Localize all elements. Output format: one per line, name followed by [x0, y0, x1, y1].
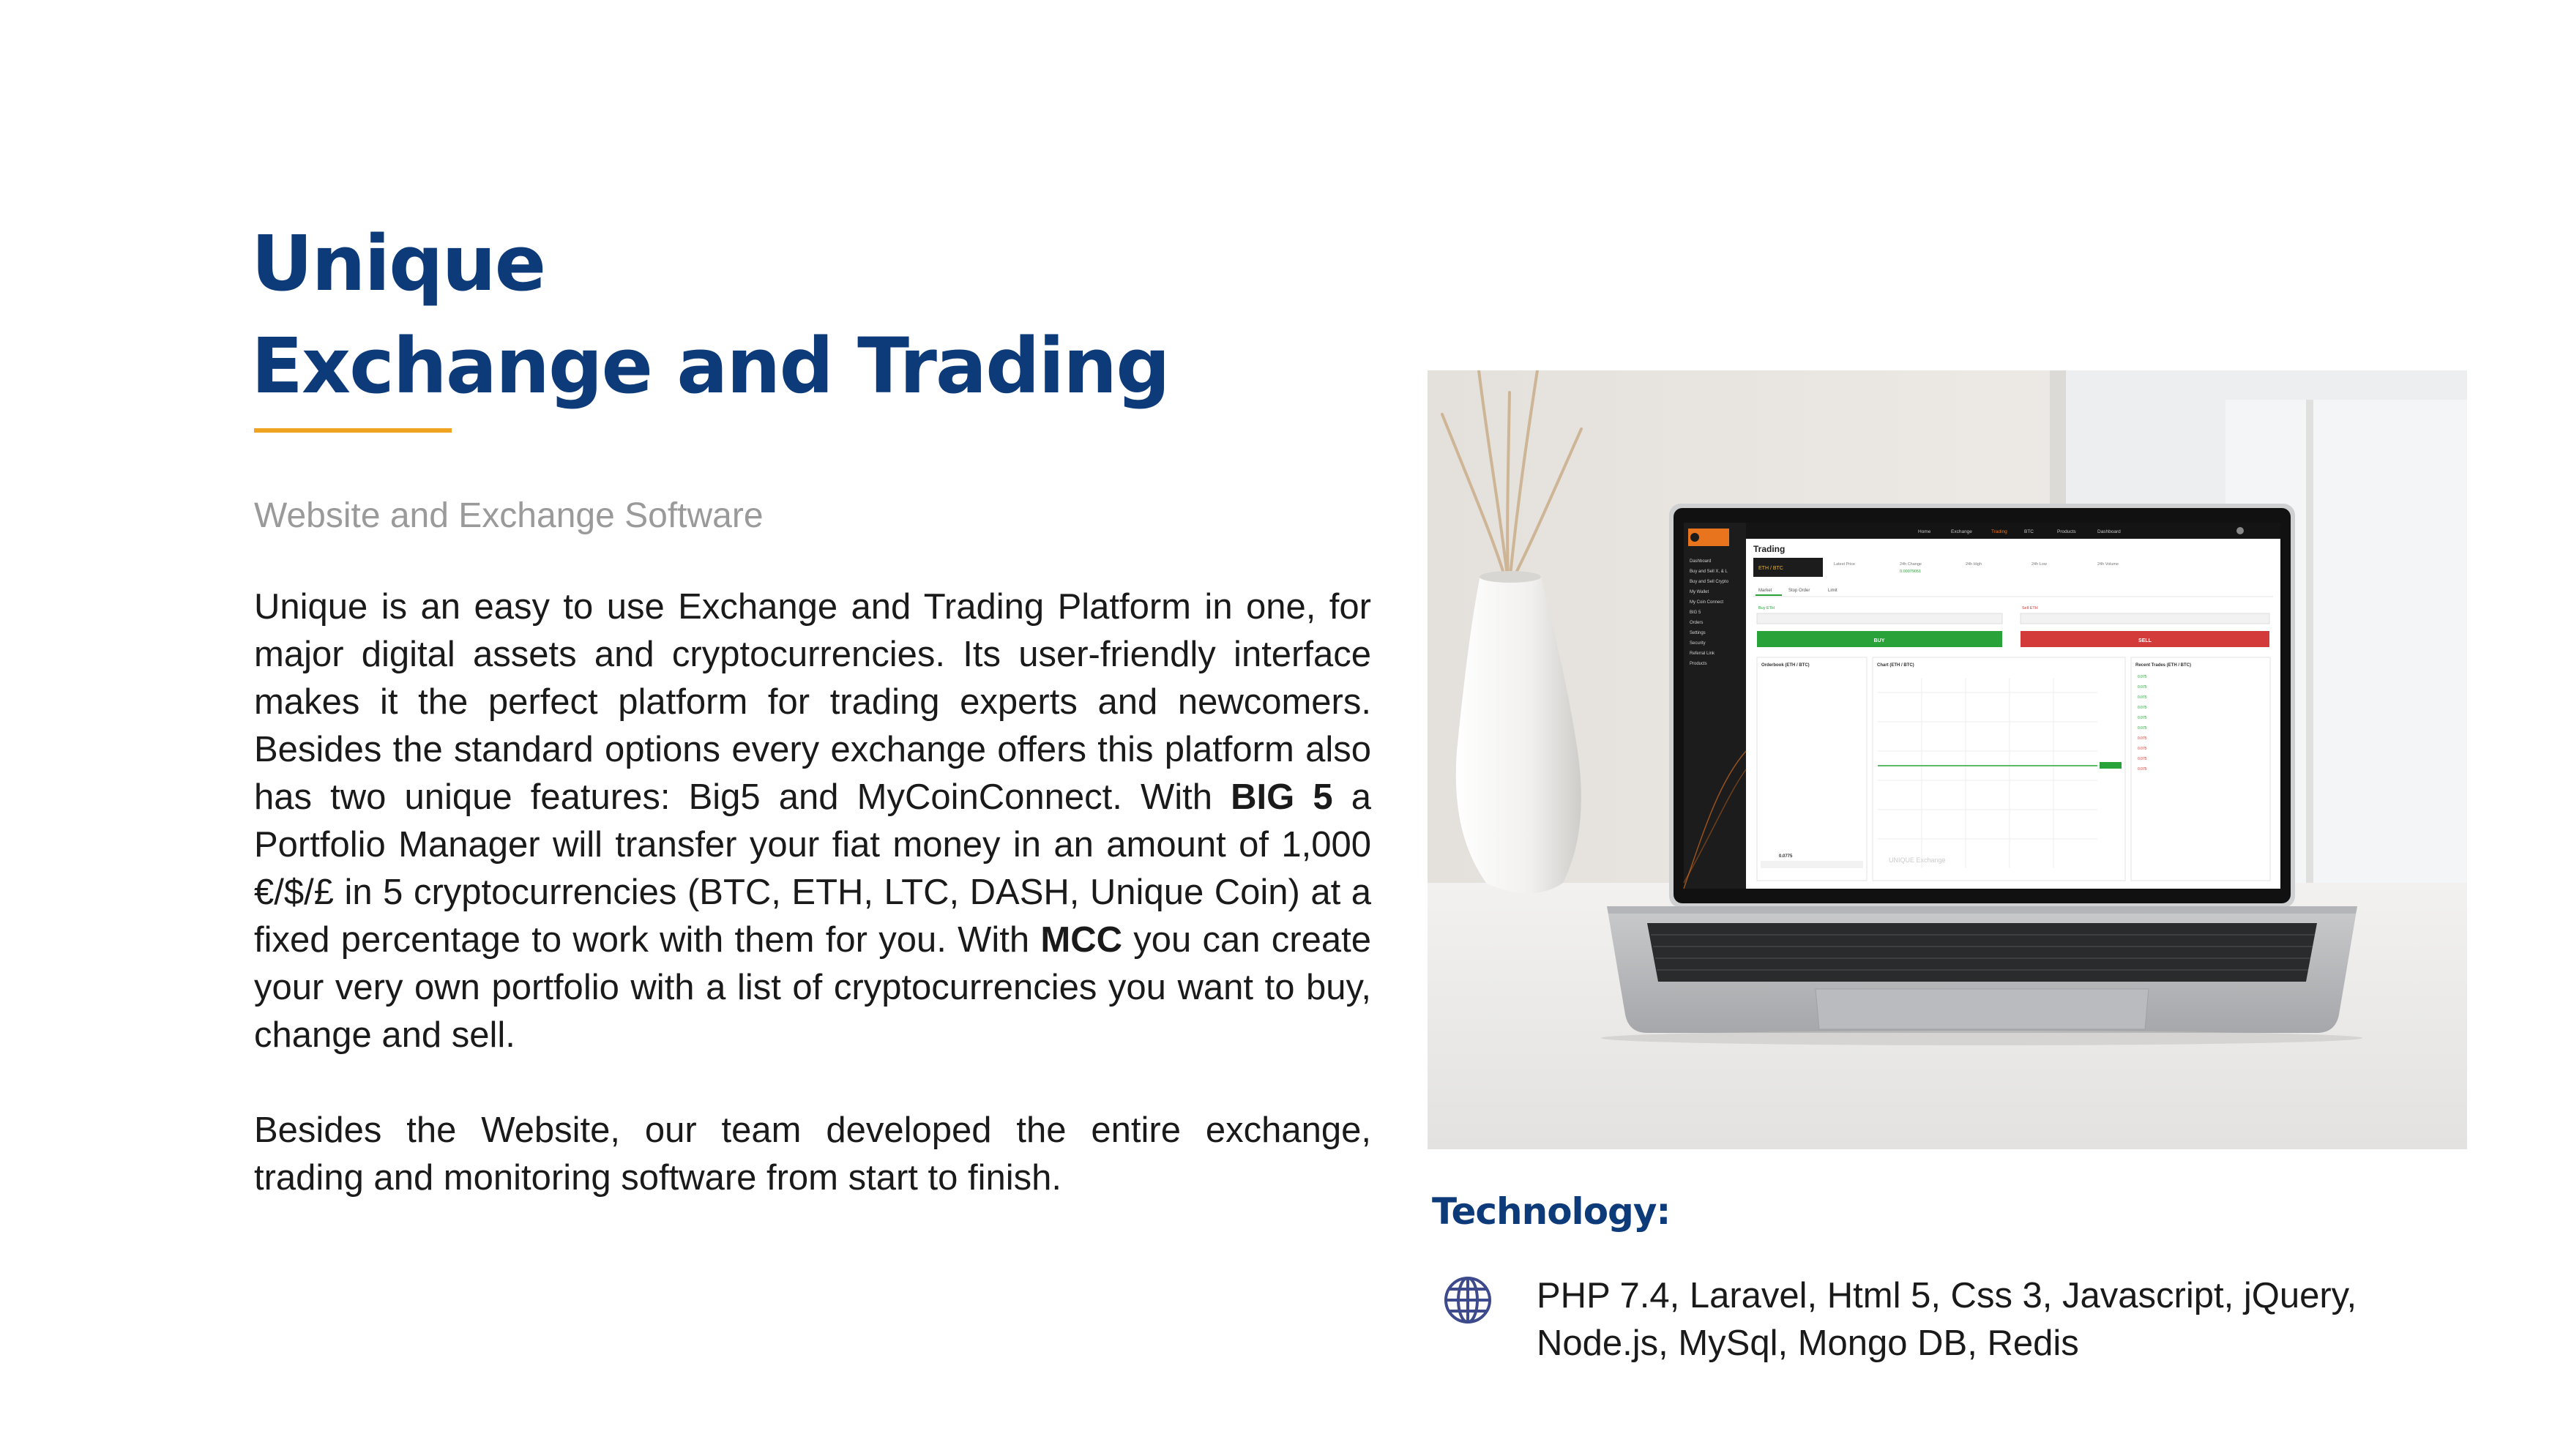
svg-text:0.075: 0.075: [2138, 747, 2147, 751]
svg-text:Stop Order: Stop Order: [1788, 589, 1810, 593]
svg-text:Trading: Trading: [1991, 529, 2007, 534]
svg-text:Referral Link: Referral Link: [1690, 652, 1715, 656]
subtitle: Website and Exchange Software: [254, 496, 764, 535]
svg-text:My Coin Connect: My Coin Connect: [1690, 600, 1723, 605]
title-accent-divider: [254, 428, 452, 433]
svg-text:24h Volume: 24h Volume: [2097, 562, 2119, 567]
svg-text:BUY: BUY: [1874, 638, 1885, 643]
svg-text:BIG 5: BIG 5: [1690, 611, 1701, 615]
svg-text:0.075: 0.075: [2138, 767, 2147, 772]
svg-text:SELL: SELL: [2138, 638, 2152, 643]
mcc-highlight: MCC: [1040, 920, 1122, 960]
svg-text:0.075: 0.075: [2138, 685, 2147, 690]
svg-text:0.00079051: 0.00079051: [1900, 570, 1921, 574]
svg-text:24h High: 24h High: [1966, 562, 1982, 567]
title-line-2: Exchange and Trading: [251, 321, 1171, 411]
svg-text:0.0775: 0.0775: [1779, 854, 1793, 859]
globe-icon: [1443, 1275, 1493, 1325]
svg-text:My Wallet: My Wallet: [1690, 590, 1709, 594]
svg-text:0.075: 0.075: [2138, 716, 2147, 720]
title-line-1: Unique: [251, 219, 546, 308]
svg-text:Security: Security: [1690, 641, 1706, 646]
svg-text:Recent Trades (ETH / BTC): Recent Trades (ETH / BTC): [2135, 663, 2191, 668]
svg-text:Trading: Trading: [1753, 544, 1785, 554]
svg-text:Home: Home: [1918, 529, 1931, 534]
page-title: Unique Exchange and Trading: [251, 212, 1171, 417]
svg-text:UNIQUE Exchange: UNIQUE Exchange: [1889, 856, 1946, 864]
svg-text:Chart (ETH / BTC): Chart (ETH / BTC): [1877, 663, 1914, 668]
svg-text:Dashboard: Dashboard: [1690, 559, 1711, 564]
svg-text:Dashboard: Dashboard: [2097, 529, 2121, 534]
svg-text:Buy and Sell X, & L: Buy and Sell X, & L: [1690, 570, 1728, 574]
svg-text:ETH / BTC: ETH / BTC: [1758, 566, 1783, 571]
svg-text:Sell ETH: Sell ETH: [2022, 606, 2038, 611]
svg-text:0.075: 0.075: [2138, 675, 2147, 679]
svg-text:Limit: Limit: [1828, 589, 1837, 593]
svg-text:Orders: Orders: [1690, 621, 1703, 625]
svg-text:Orderbook (ETH / BTC): Orderbook (ETH / BTC): [1761, 663, 1810, 668]
svg-text:Settings: Settings: [1690, 631, 1706, 635]
svg-text:24h Low: 24h Low: [2031, 562, 2047, 567]
svg-text:0.075: 0.075: [2138, 695, 2147, 700]
description-paragraph-1: Unique is an easy to use Exchange and Tr…: [254, 587, 1372, 1055]
svg-text:Products: Products: [1690, 662, 1707, 666]
svg-text:Exchange: Exchange: [1951, 529, 1972, 534]
svg-text:Buy and Sell Crypto: Buy and Sell Crypto: [1690, 580, 1729, 584]
svg-text:Latest Price: Latest Price: [1834, 562, 1855, 567]
svg-text:Products: Products: [2057, 529, 2076, 534]
description: Unique is an easy to use Exchange and Tr…: [254, 583, 1371, 1202]
big5-highlight: BIG 5: [1231, 777, 1333, 817]
svg-text:0.075: 0.075: [2138, 726, 2147, 731]
svg-text:0.075: 0.075: [2138, 706, 2147, 710]
laptop-photo: Dashboard Buy and Sell X, & L Buy and Se…: [1428, 370, 2467, 1149]
svg-text:Buy ETH: Buy ETH: [1758, 606, 1775, 611]
svg-text:24h Change: 24h Change: [1900, 562, 1922, 567]
technology-heading: Technology:: [1432, 1190, 1671, 1233]
svg-text:0.075: 0.075: [2138, 736, 2147, 741]
description-paragraph-2: Besides the Website, our team developed …: [254, 1110, 1371, 1198]
svg-text:BTC: BTC: [2024, 529, 2034, 534]
svg-text:0.075: 0.075: [2138, 757, 2147, 761]
svg-text:Market: Market: [1758, 589, 1772, 593]
technology-list: PHP 7.4, Laravel, Html 5, Css 3, Javascr…: [1537, 1276, 2357, 1363]
